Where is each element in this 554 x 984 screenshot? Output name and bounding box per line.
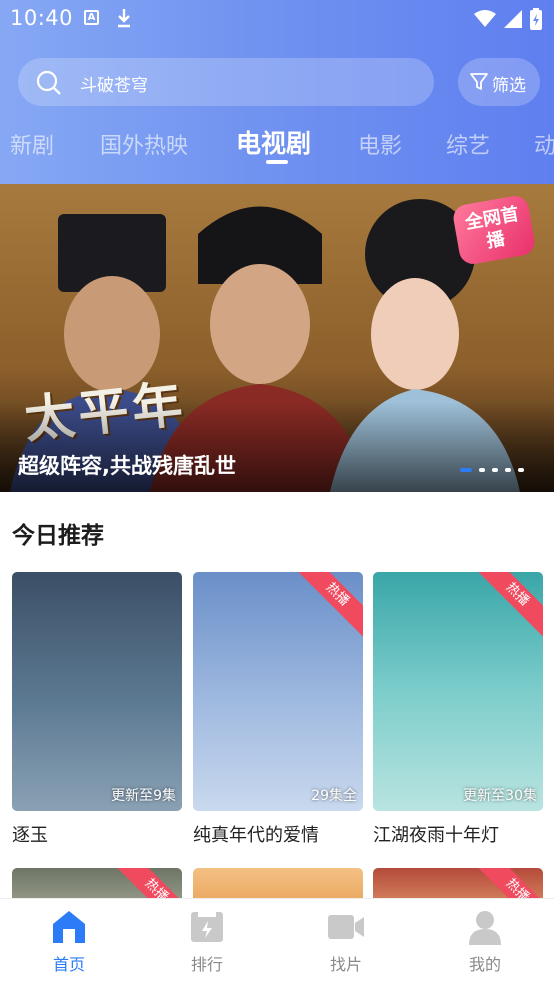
premiere-badge-text: 全网首播 — [463, 203, 521, 253]
nav-discover[interactable]: 找片 — [306, 909, 386, 975]
filter-icon — [469, 72, 489, 96]
drama-card[interactable]: 更新至9集 逐玉 — [12, 572, 182, 847]
pagination-dot[interactable] — [479, 468, 485, 472]
status-time: 10:40 — [10, 6, 74, 30]
episode-status: 更新至9集 — [111, 788, 176, 804]
search-text: 斗破苍穹 — [80, 76, 148, 96]
nav-profile-label: 我的 — [468, 955, 501, 974]
bottom-navigation: 首页 排行 找片 我的 — [0, 898, 554, 984]
hot-badge: 热播 — [295, 572, 363, 637]
banner-caption: 超级阵容,共战残唐乱世 — [18, 454, 236, 478]
poster-image: 更新至9集 — [12, 572, 182, 811]
pagination-dot[interactable] — [492, 468, 498, 472]
episode-status: 更新至30集 — [463, 788, 537, 804]
home-icon — [29, 909, 109, 945]
tab-movie[interactable]: 电影 — [358, 128, 402, 160]
poster-image: 热播 29集全 — [193, 572, 363, 811]
wifi-icon — [474, 10, 496, 32]
pagination-dot[interactable] — [505, 468, 511, 472]
tab-new-drama[interactable]: 新剧 — [10, 128, 54, 160]
filter-button[interactable]: 筛选 — [458, 58, 540, 106]
episode-status: 29集全 — [311, 788, 357, 804]
pagination-dot[interactable] — [518, 468, 524, 472]
drama-title: 逐玉 — [12, 825, 48, 846]
battery-icon — [530, 8, 542, 34]
tab-foreign[interactable]: 国外热映 — [100, 128, 188, 160]
nav-ranking[interactable]: 排行 — [167, 909, 247, 975]
drama-title: 纯真年代的爱情 — [193, 825, 319, 846]
active-tab-indicator — [266, 160, 288, 164]
nav-profile[interactable]: 我的 — [445, 909, 525, 975]
drama-card[interactable]: 热播 更新至30集 江湖夜雨十年灯 — [373, 572, 543, 847]
app-screen: 10:40 A 斗破苍穹 筛选 新剧 国外热映 电视剧 电影 综艺 动 全网首播… — [0, 0, 554, 984]
filter-label: 筛选 — [492, 76, 526, 96]
download-icon — [116, 8, 132, 32]
nav-ranking-label: 排行 — [190, 955, 223, 974]
user-icon — [445, 909, 525, 945]
search-icon — [36, 70, 62, 100]
search-bar[interactable]: 斗破苍穹 — [18, 58, 434, 106]
signal-icon — [504, 10, 522, 32]
header: 10:40 A 斗破苍穹 筛选 新剧 国外热映 电视剧 电影 综艺 动 — [0, 0, 554, 184]
nav-home-label: 首页 — [52, 955, 85, 974]
hot-badge: 热播 — [475, 572, 543, 637]
a-notification-icon: A — [84, 10, 99, 25]
tab-tv-series[interactable]: 电视剧 — [236, 124, 311, 160]
pagination-dot-active[interactable] — [460, 468, 472, 472]
drama-title: 江湖夜雨十年灯 — [373, 825, 499, 846]
poster-image: 热播 更新至30集 — [373, 572, 543, 811]
nav-discover-label: 找片 — [329, 955, 362, 974]
tab-anime[interactable]: 动 — [534, 128, 554, 160]
video-camera-icon — [306, 909, 386, 945]
hero-banner[interactable]: 太平年 全网首播 超级阵容,共战残唐乱世 — [0, 184, 554, 492]
ranking-icon — [167, 909, 247, 945]
status-bar: 10:40 A — [0, 0, 554, 38]
banner-pagination — [460, 468, 524, 472]
drama-card[interactable]: 热播 29集全 纯真年代的爱情 — [193, 572, 363, 847]
tab-variety[interactable]: 综艺 — [446, 128, 490, 160]
section-title: 今日推荐 — [12, 523, 104, 549]
nav-home[interactable]: 首页 — [29, 909, 109, 975]
